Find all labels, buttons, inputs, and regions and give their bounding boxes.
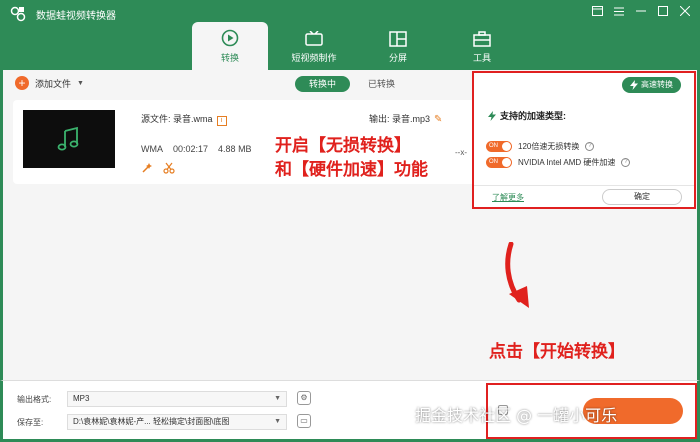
menu-icon[interactable] — [612, 4, 626, 18]
tab-tools-label: 工具 — [472, 53, 491, 63]
ok-button[interactable]: 确定 — [602, 189, 682, 205]
file-duration: 00:02:17 — [173, 144, 209, 154]
main-nav: 转换 短视频制作 分屏 工具 — [192, 22, 528, 70]
convert-icon — [221, 29, 239, 47]
output-format-select[interactable]: MP3 ▼ — [67, 391, 287, 407]
music-note-icon — [57, 126, 79, 151]
format-settings-icon[interactable]: ⚙ — [297, 391, 311, 405]
split-screen-icon — [389, 31, 407, 47]
source-file-name: 源文件: 录音.wma — [141, 114, 213, 124]
learn-more-link[interactable]: 了解更多 — [492, 192, 524, 203]
toolbar: + 添加文件 ▼ — [15, 76, 84, 90]
app-title: 数据蛙视频转换器 — [36, 11, 116, 22]
close-button[interactable] — [678, 4, 692, 18]
chevron-down-icon: ▼ — [274, 418, 281, 425]
tab-tools[interactable]: 工具 — [444, 22, 520, 70]
annotation-accel: 开启【无损转换】 和【硬件加速】功能 — [275, 134, 428, 182]
hardware-label: NVIDIA Intel AMD 硬件加速 — [518, 158, 616, 167]
accel-heading-text: 支持的加速类型: — [500, 111, 566, 121]
lossless-label: 120倍速无损转换 — [518, 142, 580, 151]
add-file-button[interactable]: 添加文件 — [35, 77, 71, 90]
hardware-toggle[interactable]: ON — [486, 157, 512, 168]
lossless-row: ON 120倍速无损转换 ? — [486, 141, 595, 152]
tab-convert[interactable]: 转换 — [192, 22, 268, 70]
minimize-button[interactable] — [634, 4, 648, 18]
file-meta: WMA 00:02:17 4.88 MB — [141, 144, 252, 154]
tab-convert-label: 转换 — [220, 53, 239, 63]
window-controls — [590, 4, 692, 18]
high-speed-convert-button[interactable]: 高速转换 — [622, 77, 681, 93]
output-file-name: 输出: 录音.mp3 — [369, 114, 431, 124]
annotation-start: 点击【开始转换】 — [489, 342, 625, 362]
lossless-toggle[interactable]: ON — [486, 141, 512, 152]
tab-short-video[interactable]: 短视频制作 — [276, 22, 352, 70]
arrow-down-icon — [505, 242, 529, 308]
chevron-down-icon: ▼ — [274, 395, 281, 402]
sub-tabs: 转换中 已转换 — [295, 76, 409, 92]
output-format-value: MP3 — [73, 394, 90, 403]
output-format-label: 输出格式: — [17, 395, 52, 404]
annotation-line-1: 开启【无损转换】 — [275, 136, 411, 156]
tab-converting[interactable]: 转换中 — [295, 76, 351, 92]
file-tools — [141, 162, 175, 174]
tab-split-screen-label: 分屏 — [388, 53, 407, 63]
file-thumbnail — [23, 110, 115, 168]
add-icon[interactable]: + — [15, 76, 29, 90]
edit-icon[interactable]: ✎ — [434, 114, 442, 125]
toolbox-icon — [473, 31, 491, 47]
app-logo-icon — [10, 6, 26, 22]
maximize-button[interactable] — [656, 4, 670, 18]
tab-converted[interactable]: 已转换 — [354, 76, 409, 92]
file-size: 4.88 MB — [218, 144, 252, 154]
scissors-icon[interactable] — [163, 162, 175, 174]
source-file: 源文件: 录音.wma i — [141, 112, 227, 126]
save-path-select[interactable]: D:\袁林妮\袁林妮-产... 轻松搞定\封面图\底图 ▼ — [67, 414, 287, 430]
help-icon[interactable]: ? — [585, 142, 595, 151]
accel-heading: 支持的加速类型: — [488, 109, 566, 122]
tv-icon — [305, 31, 323, 46]
file-format: WMA — [141, 144, 163, 154]
watermark: 掘金技术社区 @ 一罐小可乐 — [415, 406, 618, 425]
output-file: 输出: 录音.mp3 ✎ — [369, 112, 442, 125]
help-icon[interactable]: ? — [621, 158, 631, 167]
save-to-label: 保存至: — [17, 418, 44, 427]
tab-short-video-label: 短视频制作 — [291, 53, 337, 63]
chevron-down-icon[interactable]: ▼ — [77, 80, 84, 87]
skin-icon[interactable] — [590, 4, 604, 18]
folder-icon[interactable]: ▭ — [297, 414, 311, 428]
file-info-icon[interactable]: i — [216, 116, 227, 126]
hardware-row: ON NVIDIA Intel AMD 硬件加速 ? — [486, 157, 631, 168]
high-speed-label: 高速转换 — [641, 80, 673, 89]
lightning-icon — [630, 80, 638, 90]
magic-wand-icon[interactable] — [141, 162, 153, 174]
lightning-icon — [488, 110, 496, 121]
divider — [474, 185, 694, 186]
tab-split-screen[interactable]: 分屏 — [360, 22, 436, 70]
accel-popup: 高速转换 支持的加速类型: ON 120倍速无损转换 ? ON NVIDIA I… — [472, 71, 696, 209]
annotation-line-2: 和【硬件加速】功能 — [275, 160, 428, 180]
save-path-value: D:\袁林妮\袁林妮-产... 轻松搞定\封面图\底图 — [73, 417, 230, 426]
app-header: 数据蛙视频转换器 转换 短视频制作 分屏 工具 — [0, 0, 700, 70]
